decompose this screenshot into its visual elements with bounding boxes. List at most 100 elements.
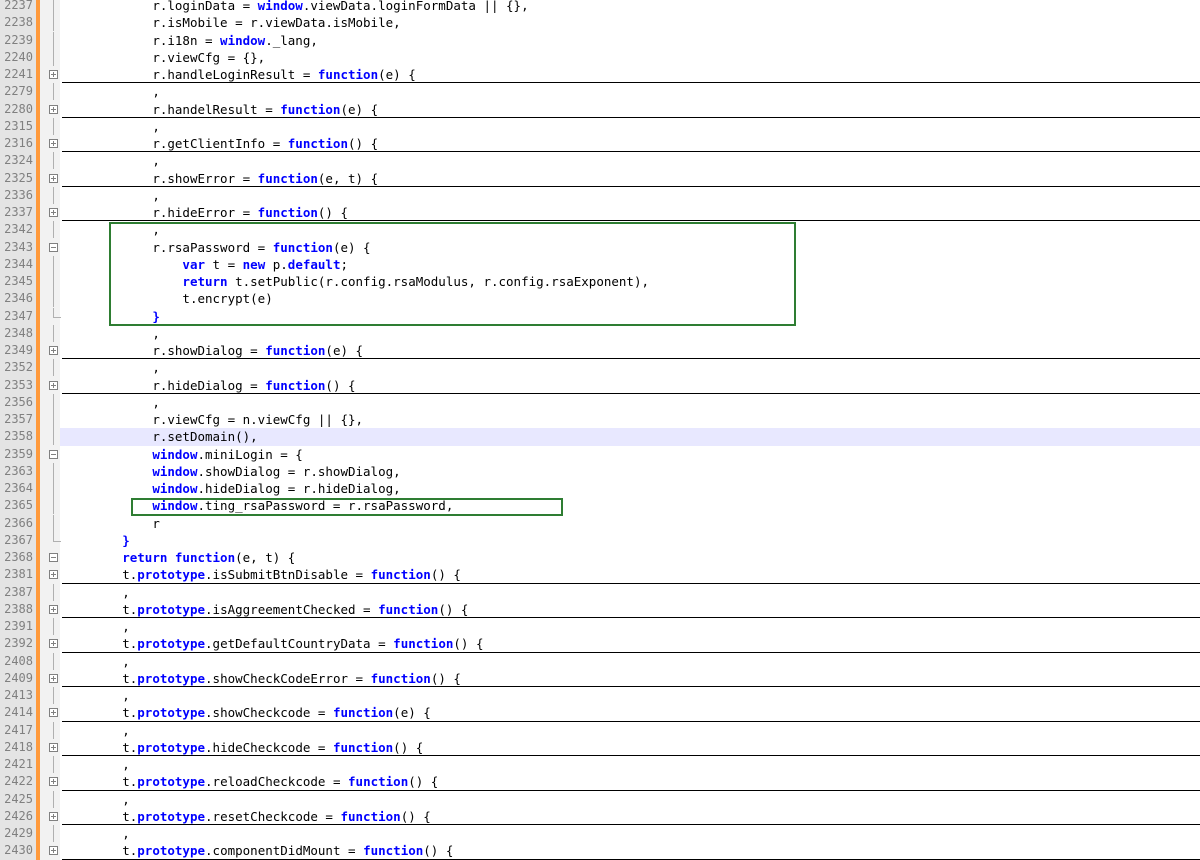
code-editor[interactable]: 2237 r.loginData = window.viewData.login… <box>0 0 1200 860</box>
code-line[interactable]: 2349 r.showDialog = function(e) { <box>0 342 1200 360</box>
fold-toggle-icon[interactable] <box>49 204 58 221</box>
code-line[interactable]: 2388 t.prototype.isAggreementChecked = f… <box>0 601 1200 619</box>
code-line[interactable]: 2425 , <box>0 790 1200 808</box>
code-line[interactable]: 2364 window.hideDialog = r.hideDialog, <box>0 480 1200 497</box>
code-line[interactable]: 2387 , <box>0 583 1200 601</box>
code-line[interactable]: 2363 window.showDialog = r.showDialog, <box>0 462 1200 480</box>
code-keyword: prototype <box>137 601 206 617</box>
code-text: t.prototype.reloadCheckcode = function()… <box>62 773 438 790</box>
fold-toggle-icon[interactable] <box>49 566 58 583</box>
code-line[interactable]: 2348 , <box>0 324 1200 342</box>
fold-toggle-icon[interactable] <box>49 704 58 721</box>
line-number: 2315 <box>4 118 33 133</box>
line-number: 2349 <box>4 343 33 357</box>
code-line[interactable]: 2357 r.viewCfg = n.viewCfg || {}, <box>0 411 1200 428</box>
code-line[interactable]: 2367 } <box>0 531 1200 549</box>
fold-toggle-icon[interactable] <box>49 842 58 859</box>
fold-line-marker <box>49 14 58 32</box>
code-line[interactable]: 2366 r <box>0 514 1200 532</box>
code-line[interactable]: 2426 t.prototype.resetCheckcode = functi… <box>0 808 1200 826</box>
code-line[interactable]: 2325 r.showError = function(e, t) { <box>0 170 1200 188</box>
code-line[interactable]: 2337 r.hideError = function() { <box>0 204 1200 222</box>
code-line[interactable]: 2237 r.loginData = window.viewData.login… <box>0 0 1200 14</box>
code-text: r.isMobile = r.viewData.isMobile, <box>62 14 400 31</box>
code-token: r.handelResult = <box>152 101 281 117</box>
code-line[interactable]: 2417 , <box>0 721 1200 739</box>
code-token: r.handleLoginResult = <box>152 67 318 82</box>
code-text: r.handelResult = function(e) { <box>62 101 378 118</box>
line-number: 2408 <box>4 653 33 668</box>
code-line[interactable]: 2414 t.prototype.showCheckcode = functio… <box>0 704 1200 722</box>
code-line[interactable]: 2413 , <box>0 687 1200 704</box>
fold-line-marker <box>49 48 58 66</box>
fold-toggle-icon[interactable] <box>49 377 58 394</box>
code-line[interactable]: 2358 r.setDomain(), <box>0 428 1200 446</box>
code-line[interactable]: 2359 window.miniLogin = { <box>0 446 1200 463</box>
code-line[interactable]: 2409 t.prototype.showCheckCodeError = fu… <box>0 670 1200 688</box>
fold-line-marker <box>49 273 58 290</box>
code-line[interactable]: 2356 , <box>0 393 1200 411</box>
fold-toggle-icon[interactable] <box>49 549 58 566</box>
code-text: , <box>62 791 130 808</box>
fold-toggle-icon[interactable] <box>49 342 58 359</box>
code-line[interactable]: 2315 , <box>0 117 1200 135</box>
code-line[interactable]: 2279 , <box>0 83 1200 101</box>
code-line[interactable]: 2368 return function(e, t) { <box>0 549 1200 566</box>
fold-toggle-icon[interactable] <box>49 101 58 118</box>
code-keyword: function <box>174 550 236 565</box>
fold-line-marker <box>49 652 58 670</box>
code-line[interactable]: 2392 t.prototype.getDefaultCountryData =… <box>0 635 1200 653</box>
code-line[interactable]: 2240 r.viewCfg = {}, <box>0 48 1200 66</box>
code-line[interactable]: 2241 r.handleLoginResult = function(e) { <box>0 66 1200 84</box>
code-line[interactable]: 2429 , <box>0 825 1200 842</box>
fold-toggle-icon[interactable] <box>49 773 58 790</box>
fold-toggle-icon[interactable] <box>49 66 58 83</box>
code-line[interactable]: 2336 , <box>0 186 1200 204</box>
code-line[interactable]: 2239 r.i18n = window._lang, <box>0 31 1200 49</box>
line-number: 2337 <box>4 205 33 219</box>
fold-toggle-icon[interactable] <box>49 239 58 256</box>
line-number: 2418 <box>4 739 33 754</box>
code-token: t. <box>122 739 138 755</box>
fold-line-marker <box>49 514 58 532</box>
code-line[interactable]: 2421 , <box>0 756 1200 773</box>
code-text: r.viewCfg = {}, <box>62 49 265 66</box>
code-text: , <box>62 325 160 342</box>
fold-toggle-icon[interactable] <box>49 670 58 687</box>
code-text: window.miniLogin = { <box>62 446 303 463</box>
code-line[interactable]: 2430 t.prototype.componentDidMount = fun… <box>0 842 1200 860</box>
code-token: (e) { <box>340 101 379 117</box>
code-line[interactable]: 2238 r.isMobile = r.viewData.isMobile, <box>0 14 1200 32</box>
fold-line-marker <box>49 687 58 704</box>
fold-toggle-icon[interactable] <box>49 739 58 756</box>
code-text: t.prototype.hideCheckcode = function() { <box>62 739 423 756</box>
fold-toggle-icon[interactable] <box>49 446 58 463</box>
code-line[interactable]: 2324 , <box>0 152 1200 170</box>
fold-toggle-icon[interactable] <box>49 808 58 825</box>
fold-toggle-icon[interactable] <box>49 601 58 618</box>
code-line[interactable]: 2352 , <box>0 359 1200 377</box>
code-token: , <box>152 325 160 341</box>
fold-toggle-icon[interactable] <box>49 170 58 187</box>
code-keyword: window <box>152 446 198 462</box>
code-token: , <box>122 826 130 841</box>
code-line[interactable]: 2353 r.hideDialog = function() { <box>0 377 1200 395</box>
line-number: 2392 <box>4 636 33 651</box>
code-line[interactable]: 2418 t.prototype.hideCheckcode = functio… <box>0 739 1200 757</box>
fold-toggle-icon[interactable] <box>49 135 58 152</box>
code-line[interactable]: 2280 r.handelResult = function(e) { <box>0 101 1200 119</box>
code-keyword: function <box>378 601 439 617</box>
code-line[interactable]: 2422 t.prototype.reloadCheckcode = funct… <box>0 773 1200 791</box>
code-line[interactable]: 2391 , <box>0 618 1200 635</box>
code-line[interactable]: 2316 r.getClientInfo = function() { <box>0 135 1200 153</box>
fold-toggle-icon[interactable] <box>49 635 58 652</box>
code-line[interactable]: 2408 , <box>0 652 1200 670</box>
code-line[interactable]: 2381 t.prototype.isSubmitBtnDisable = fu… <box>0 566 1200 584</box>
